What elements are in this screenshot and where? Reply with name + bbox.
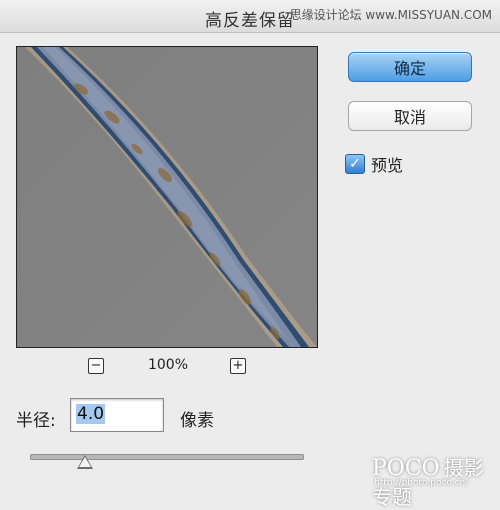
cancel-button[interactable]: 取消: [348, 101, 472, 131]
zoom-in-button[interactable]: +: [230, 358, 246, 374]
zoom-out-button[interactable]: −: [88, 358, 104, 374]
radius-label: 半径:: [16, 411, 56, 431]
ok-button[interactable]: 确定: [348, 52, 472, 82]
preview-toggle[interactable]: ✓ 预览: [345, 152, 403, 176]
preview-label: 预览: [371, 156, 404, 175]
zoom-level: 100%: [147, 357, 189, 373]
zoom-controls: − 100% +: [88, 356, 248, 376]
radius-slider-thumb[interactable]: [76, 455, 93, 469]
radius-unit: 像素: [180, 411, 214, 431]
preview-image[interactable]: [16, 46, 318, 348]
preview-hair-graphic: [17, 47, 317, 347]
checkmark-icon[interactable]: ✓: [345, 154, 365, 174]
radius-input[interactable]: 4.0: [70, 398, 164, 432]
title-bar: 高反差保留 思缘设计论坛 www.MISSYUAN.COM: [0, 0, 500, 33]
radius-value: 4.0: [76, 404, 106, 424]
watermark-top: 思缘设计论坛 www.MISSYUAN.COM: [289, 8, 492, 22]
high-pass-dialog: 高反差保留 思缘设计论坛 www.MISSYUAN.COM 确定 取消 ✓ 预览…: [0, 0, 500, 509]
watermark-url: http://photo.poco.cn/: [374, 478, 469, 488]
radius-slider-track[interactable]: [30, 454, 304, 460]
watermark-bottom: POCO 摄影专题 http://photo.poco.cn/: [372, 452, 500, 510]
